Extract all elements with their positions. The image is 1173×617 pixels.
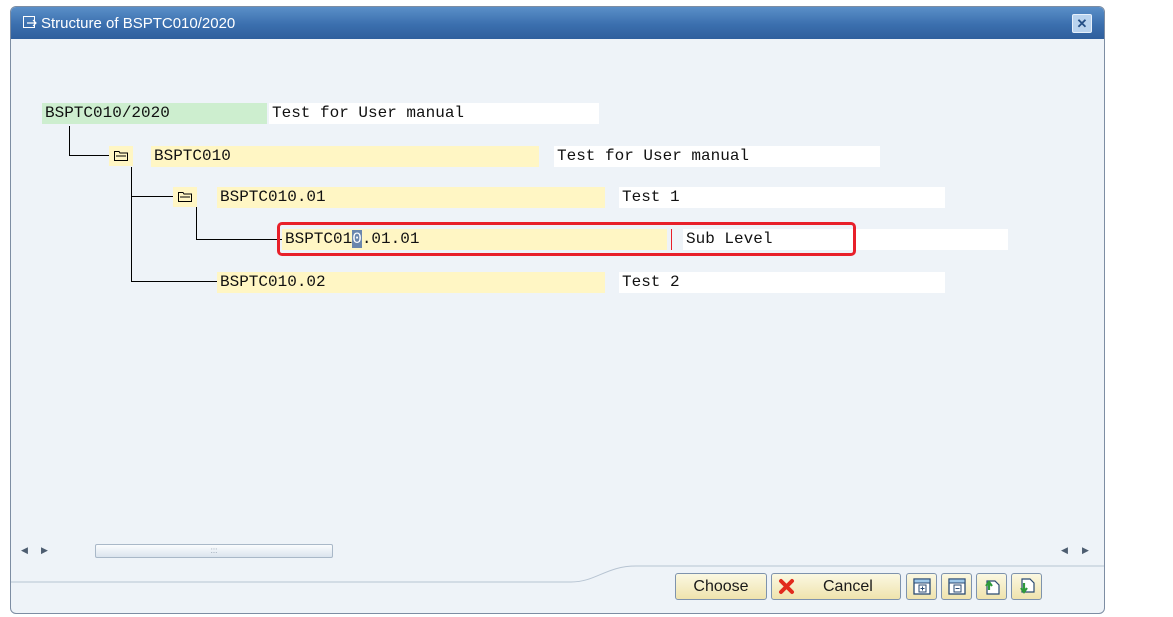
tree-connector bbox=[131, 196, 173, 197]
folder-toggle[interactable] bbox=[173, 187, 197, 207]
tree-root-key[interactable]: BSPTC010/2020 bbox=[42, 103, 267, 124]
tree-node-key[interactable]: BSPTC010.02 bbox=[217, 272, 605, 293]
horizontal-scrollbar[interactable]: ◀ ▶ ::: ◀ ▶ bbox=[11, 543, 1104, 559]
cancel-icon bbox=[779, 579, 794, 594]
structure-tree: BSPTC010/2020 Test for User manual BSPTC… bbox=[11, 39, 1104, 537]
move-down-button[interactable] bbox=[1011, 573, 1042, 600]
collapse-subtree-button[interactable] bbox=[941, 573, 972, 600]
scroll-left-icon[interactable]: ◀ bbox=[21, 545, 28, 556]
scroll-right-icon[interactable]: ▶ bbox=[41, 545, 48, 556]
cancel-button[interactable]: Cancel bbox=[771, 573, 901, 600]
move-down-icon bbox=[1020, 578, 1035, 594]
scrollbar-thumb[interactable]: ::: bbox=[95, 544, 333, 558]
tree-node-key[interactable]: BSPTC010.01 bbox=[217, 187, 605, 208]
expand-subtree-icon bbox=[913, 578, 931, 595]
expand-subtree-button[interactable] bbox=[906, 573, 937, 600]
tree-node-text: Test for User manual bbox=[554, 146, 880, 167]
folder-icon bbox=[114, 151, 128, 161]
cancel-button-label: Cancel bbox=[823, 578, 873, 595]
grip-icon: ::: bbox=[210, 546, 218, 555]
folder-toggle[interactable] bbox=[109, 146, 133, 166]
close-button[interactable]: ✕ bbox=[1072, 14, 1092, 33]
folder-icon bbox=[178, 192, 192, 202]
tree-node-key[interactable]: BSPTC010 bbox=[151, 146, 539, 167]
tree-connector bbox=[69, 155, 109, 156]
choose-button[interactable]: Choose bbox=[675, 573, 767, 600]
window-icon bbox=[23, 16, 37, 28]
dialog-title: Structure of BSPTC010/2020 bbox=[41, 15, 236, 32]
tree-node-text: Test 1 bbox=[619, 187, 945, 208]
structure-dialog: Structure of BSPTC010/2020 ✕ BSPTC010/20… bbox=[10, 6, 1105, 614]
close-icon: ✕ bbox=[1076, 16, 1088, 31]
tree-connector bbox=[196, 207, 197, 239]
tree-connector bbox=[196, 239, 282, 240]
choose-button-label: Choose bbox=[693, 578, 749, 595]
tree-connector bbox=[69, 126, 70, 155]
scroll-right-icon[interactable]: ▶ bbox=[1082, 545, 1089, 556]
move-up-icon bbox=[985, 580, 1000, 595]
highlight-annotation bbox=[277, 222, 856, 256]
tree-root-text: Test for User manual bbox=[269, 103, 599, 124]
scroll-left-icon[interactable]: ◀ bbox=[1061, 545, 1068, 556]
move-up-button[interactable] bbox=[976, 573, 1007, 600]
tree-connector bbox=[131, 281, 221, 282]
collapse-subtree-icon bbox=[948, 578, 966, 595]
tree-connector bbox=[131, 167, 132, 281]
title-bar: Structure of BSPTC010/2020 ✕ bbox=[11, 7, 1104, 39]
tree-node-text: Test 2 bbox=[619, 272, 945, 293]
